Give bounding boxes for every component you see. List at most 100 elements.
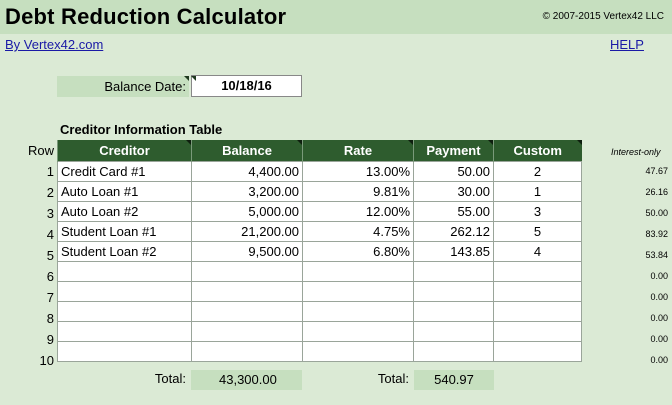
interest-only-value: 0.00 (650, 355, 668, 365)
row-number: 10 (39, 353, 54, 368)
payment-cell[interactable]: 262.12 (413, 221, 494, 242)
custom-cell[interactable]: 4 (493, 241, 582, 262)
balance-cell[interactable]: 21,200.00 (191, 221, 303, 242)
creditor-cell[interactable]: Auto Loan #2 (57, 201, 192, 222)
table-row: Student Loan #1 21,200.00 4.75% 262.12 5 (57, 221, 582, 242)
row-number: 4 (46, 227, 54, 242)
column-header-creditor: Creditor (57, 140, 192, 162)
creditor-cell[interactable] (57, 301, 192, 322)
interest-only-value: 26.16 (645, 187, 668, 197)
payment-cell[interactable]: 30.00 (413, 181, 494, 202)
custom-cell[interactable] (493, 301, 582, 322)
balance-cell[interactable] (191, 341, 303, 362)
custom-cell[interactable]: 5 (493, 221, 582, 242)
payment-cell[interactable]: 55.00 (413, 201, 494, 222)
rate-cell[interactable] (302, 261, 414, 282)
balance-date-input[interactable]: 10/18/16 (191, 75, 302, 97)
balance-cell[interactable] (191, 261, 303, 282)
payment-cell[interactable]: 143.85 (413, 241, 494, 262)
table-row (57, 301, 582, 322)
app-title: Debt Reduction Calculator (5, 4, 287, 29)
payment-cell[interactable] (413, 301, 494, 322)
table-row (57, 261, 582, 282)
creditor-cell[interactable]: Auto Loan #1 (57, 181, 192, 202)
help-link[interactable]: HELP (610, 37, 644, 52)
rate-cell[interactable] (302, 341, 414, 362)
custom-cell[interactable] (493, 261, 582, 282)
interest-only-label: Interest-only (611, 147, 661, 157)
payment-cell[interactable]: 50.00 (413, 161, 494, 182)
balance-cell[interactable] (191, 301, 303, 322)
creditor-cell[interactable] (57, 281, 192, 302)
custom-cell[interactable] (493, 321, 582, 342)
creditor-cell[interactable] (57, 321, 192, 342)
custom-cell[interactable]: 3 (493, 201, 582, 222)
row-numbers: 1 2 3 4 5 6 7 8 9 10 (34, 161, 54, 371)
custom-cell[interactable] (493, 281, 582, 302)
table-row: Auto Loan #2 5,000.00 12.00% 55.00 3 (57, 201, 582, 222)
table-row: Auto Loan #1 3,200.00 9.81% 30.00 1 (57, 181, 582, 202)
copyright-text: © 2007-2015 Vertex42 LLC (542, 11, 664, 22)
interest-only-value: 0.00 (650, 313, 668, 323)
balance-cell[interactable]: 4,400.00 (191, 161, 303, 182)
creditor-cell[interactable]: Credit Card #1 (57, 161, 192, 182)
row-number: 7 (46, 290, 54, 305)
table-row (57, 281, 582, 302)
row-number: 9 (46, 332, 54, 347)
rate-cell[interactable] (302, 281, 414, 302)
rate-cell[interactable]: 6.80% (302, 241, 414, 262)
column-header-balance: Balance (191, 140, 303, 162)
rate-cell[interactable]: 4.75% (302, 221, 414, 242)
interest-only-value: 0.00 (650, 271, 668, 281)
vertex42-link[interactable]: By Vertex42.com (5, 37, 103, 52)
interest-only-value: 50.00 (645, 208, 668, 218)
row-column-label: Row (28, 143, 55, 158)
rate-cell[interactable]: 13.00% (302, 161, 414, 182)
payment-total-value: 540.97 (414, 370, 494, 390)
payment-cell[interactable] (413, 261, 494, 282)
row-number: 3 (46, 206, 54, 221)
row-number: 6 (46, 269, 54, 284)
rate-cell[interactable] (302, 321, 414, 342)
table-row: Credit Card #1 4,400.00 13.00% 50.00 2 (57, 161, 582, 182)
interest-only-value: 0.00 (650, 292, 668, 302)
payment-cell[interactable] (413, 341, 494, 362)
balance-cell[interactable] (191, 281, 303, 302)
row-number: 8 (46, 311, 54, 326)
rate-cell[interactable]: 12.00% (302, 201, 414, 222)
creditor-cell[interactable] (57, 261, 192, 282)
table-row (57, 341, 582, 362)
row-number: 1 (46, 164, 54, 179)
custom-cell[interactable] (493, 341, 582, 362)
creditor-cell[interactable]: Student Loan #2 (57, 241, 192, 262)
balance-total-label: Total: (154, 371, 186, 386)
interest-only-value: 47.67 (645, 166, 668, 176)
payment-cell[interactable] (413, 281, 494, 302)
row-number: 5 (46, 248, 54, 263)
balance-cell[interactable]: 5,000.00 (191, 201, 303, 222)
column-header-rate: Rate (302, 140, 414, 162)
table-caption: Creditor Information Table (60, 122, 223, 137)
balance-date-label: Balance Date: (57, 76, 189, 97)
custom-cell[interactable]: 1 (493, 181, 582, 202)
balance-total-value: 43,300.00 (191, 370, 302, 390)
custom-cell[interactable]: 2 (493, 161, 582, 182)
balance-cell[interactable]: 3,200.00 (191, 181, 303, 202)
interest-only-value: 53.84 (645, 250, 668, 260)
interest-only-value: 0.00 (650, 334, 668, 344)
rate-cell[interactable] (302, 301, 414, 322)
balance-cell[interactable]: 9,500.00 (191, 241, 303, 262)
payment-cell[interactable] (413, 321, 494, 342)
column-header-payment: Payment (413, 140, 494, 162)
title-bar: Debt Reduction Calculator © 2007-2015 Ve… (0, 0, 672, 34)
rate-cell[interactable]: 9.81% (302, 181, 414, 202)
creditor-cell[interactable] (57, 341, 192, 362)
creditor-cell[interactable]: Student Loan #1 (57, 221, 192, 242)
creditor-table: Creditor Balance Rate Payment Custom Cre… (57, 140, 582, 362)
interest-only-value: 83.92 (645, 229, 668, 239)
column-header-custom: Custom (493, 140, 582, 162)
payment-total-label: Total: (377, 371, 409, 386)
table-row (57, 321, 582, 342)
balance-cell[interactable] (191, 321, 303, 342)
interest-only-values: 47.67 26.16 50.00 83.92 53.84 0.00 0.00 0.00 0.0… (612, 161, 668, 371)
